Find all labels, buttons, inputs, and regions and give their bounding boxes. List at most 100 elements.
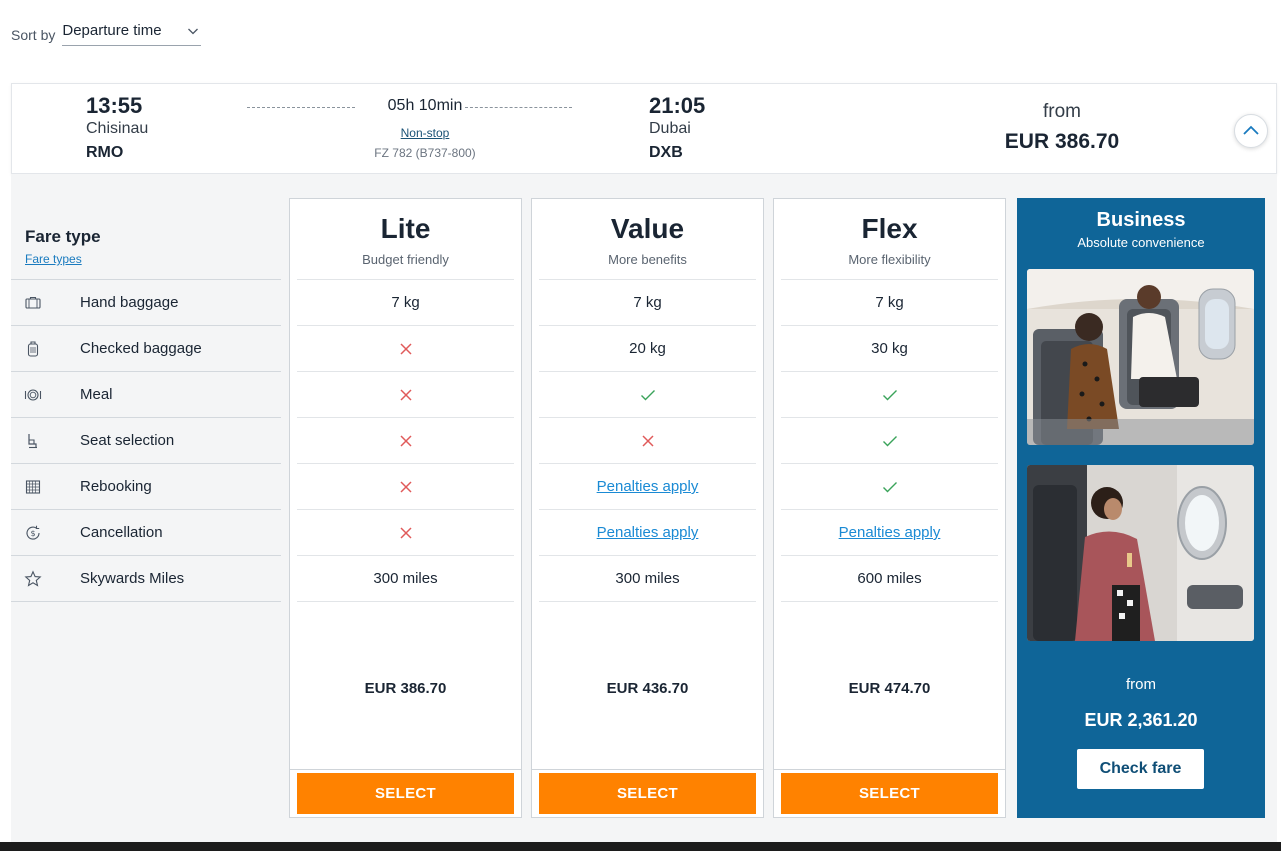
fare-cell: Penalties apply (781, 510, 998, 556)
fare-cells: 7 kg 300 miles (297, 279, 514, 602)
fare-cell (297, 510, 514, 556)
fare-cell: 20 kg (539, 326, 756, 372)
bottom-bar (0, 842, 1281, 851)
fare-name: Lite (380, 213, 431, 244)
fare-cell (539, 418, 756, 464)
meal-icon (24, 386, 42, 404)
check-icon (640, 389, 655, 400)
cross-icon (641, 434, 654, 447)
cross-icon (399, 342, 412, 355)
seat-icon (24, 432, 42, 450)
from-label: from (1043, 101, 1081, 122)
route-line-left (247, 107, 355, 108)
feature-label: Cancellation (80, 524, 163, 541)
route-line-right (465, 107, 572, 108)
sort-bar: Sort by Departure time (11, 20, 202, 46)
feature-label: Skywards Miles (80, 570, 185, 587)
fare-types-link[interactable]: Fare types (25, 252, 82, 266)
chevron-down-icon (188, 28, 199, 34)
business-title: Business (1096, 209, 1186, 231)
feature-row: Skywards Miles (11, 556, 281, 602)
svg-text:$: $ (30, 529, 35, 538)
arrival-city: Dubai (649, 120, 691, 137)
select-value-button[interactable]: SELECT (539, 773, 756, 814)
fare-card-value: Value More benefits 7 kg 20 kg Penalties… (531, 198, 764, 818)
flight-number: FZ 782 (B737-800) (374, 146, 476, 160)
departure-time: 13:55 (86, 93, 143, 118)
flight-summary-card[interactable]: 13:55 Chisinau RMO 05h 10min Non-stop FZ… (11, 83, 1277, 174)
check-icon (882, 389, 897, 400)
fare-cell: 7 kg (539, 280, 756, 326)
calendar-icon (24, 478, 42, 496)
feature-label: Meal (80, 386, 113, 403)
fare-cell (297, 418, 514, 464)
fare-divider (290, 769, 521, 770)
business-from-label: from (1126, 676, 1156, 693)
business-cabin-image (1027, 269, 1254, 445)
feature-row: Hand baggage (11, 280, 281, 326)
cross-icon (399, 526, 412, 539)
sort-dropdown[interactable]: Departure time (62, 20, 202, 46)
fare-cell: 30 kg (781, 326, 998, 372)
refund-icon: $ (24, 524, 42, 542)
collapse-button[interactable] (1234, 114, 1268, 148)
departure-city: Chisinau (86, 120, 149, 137)
select-flex-button[interactable]: SELECT (781, 773, 998, 814)
departure-code: RMO (86, 144, 124, 161)
cross-icon (399, 480, 412, 493)
check-icon (882, 481, 897, 492)
fare-name: Value (610, 213, 685, 244)
feature-row: Seat selection (11, 418, 281, 464)
feature-row: $ Cancellation (11, 510, 281, 556)
arrival-time: 21:05 (649, 93, 706, 118)
stops-link[interactable]: Non-stop (370, 126, 480, 140)
cross-icon (399, 388, 412, 401)
fare-cell: 7 kg (297, 280, 514, 326)
business-subtitle: Absolute convenience (1077, 235, 1205, 250)
fare-card-flex: Flex More flexibility 7 kg 30 kg Penalti… (773, 198, 1006, 818)
fare-cell: 300 miles (539, 556, 756, 602)
fare-cell: Penalties apply (539, 464, 756, 510)
fare-card-lite: Lite Budget friendly 7 kg 300 miles EUR … (289, 198, 522, 818)
penalties-link[interactable]: Penalties apply (597, 524, 699, 541)
penalties-link[interactable]: Penalties apply (597, 478, 699, 495)
sort-value: Departure time (62, 22, 162, 39)
fare-divider (532, 769, 763, 770)
penalties-link[interactable]: Penalties apply (839, 524, 941, 541)
fare-cell (781, 372, 998, 418)
fare-cells: 7 kg 20 kg Penalties apply Penalties app… (539, 279, 756, 602)
hand-baggage-icon (24, 294, 42, 312)
fare-divider (774, 769, 1005, 770)
fare-comparison: Fare type Fare types Hand baggage Checke… (11, 174, 1277, 842)
feature-label: Checked baggage (80, 340, 202, 357)
fare-cell (297, 464, 514, 510)
fare-cell (781, 464, 998, 510)
fare-cell: 300 miles (297, 556, 514, 602)
business-card: Business Absolute convenience from EUR 2… (1017, 198, 1265, 818)
flight-duration: 05h 10min (387, 97, 463, 114)
fare-name: Flex (861, 213, 918, 244)
feature-label: Hand baggage (80, 294, 179, 311)
fare-price: EUR 436.70 (606, 680, 689, 697)
chevron-up-icon (1243, 125, 1259, 135)
from-price: EUR 386.70 (1004, 130, 1120, 153)
cross-icon (399, 434, 412, 447)
feature-label: Rebooking (80, 478, 152, 495)
select-lite-button[interactable]: SELECT (297, 773, 514, 814)
star-icon (24, 569, 42, 588)
checked-baggage-icon (24, 340, 42, 358)
feature-label: Seat selection (80, 432, 175, 449)
fare-subtitle: More benefits (608, 252, 687, 267)
fare-type-title: Fare type (25, 227, 101, 246)
sort-label: Sort by (11, 27, 56, 43)
fare-cells: 7 kg 30 kg Penalties apply 600 miles (781, 279, 998, 602)
feature-row: Checked baggage (11, 326, 281, 372)
arrival-code: DXB (649, 144, 683, 161)
fare-cell (781, 418, 998, 464)
check-fare-button[interactable]: Check fare (1076, 748, 1205, 790)
fare-price: EUR 474.70 (848, 680, 931, 697)
fare-cell: 600 miles (781, 556, 998, 602)
feature-row: Meal (11, 372, 281, 418)
fare-cell: 7 kg (781, 280, 998, 326)
fare-subtitle: Budget friendly (362, 252, 449, 267)
